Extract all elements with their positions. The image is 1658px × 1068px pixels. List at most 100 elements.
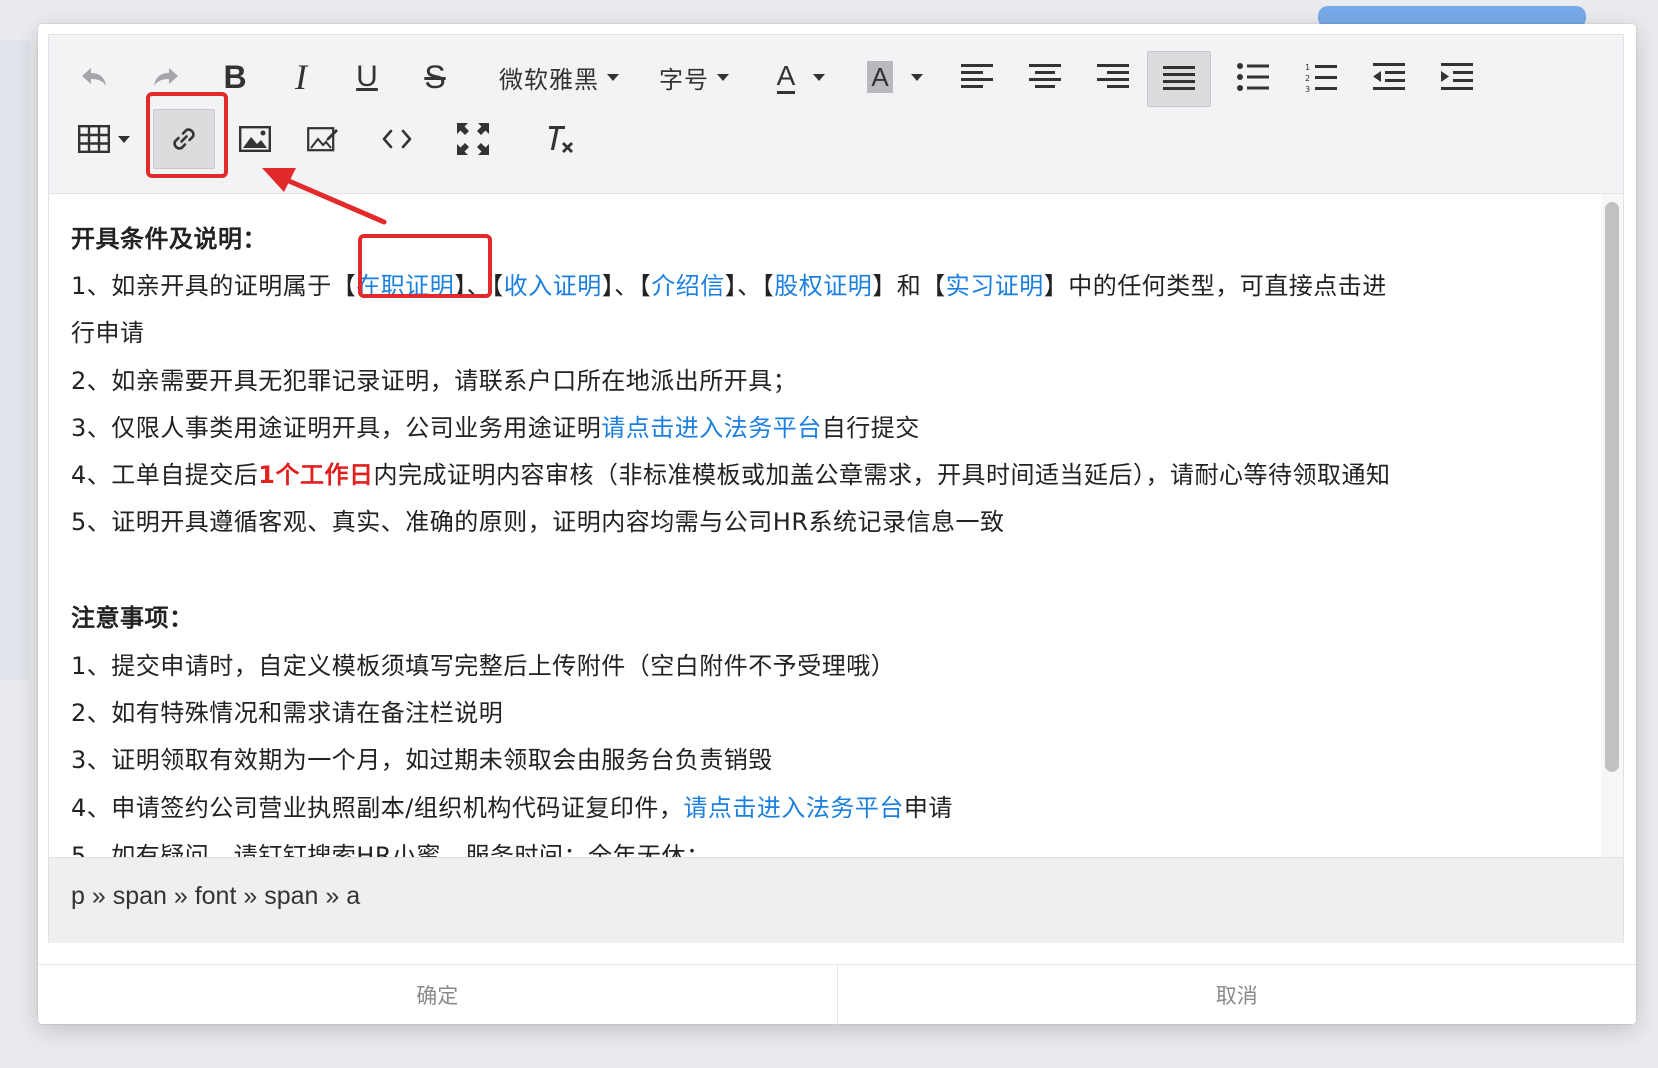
align-left-button[interactable]	[951, 51, 1003, 103]
align-justify-button[interactable]	[1147, 51, 1211, 107]
bracket: 】	[724, 272, 738, 300]
italic-icon: I	[295, 57, 307, 97]
font-color-icon: A	[776, 60, 796, 94]
image-edit-icon	[307, 127, 338, 152]
editor-content[interactable]: 开具条件及说明： 1、如亲开具的证明属于【在职证明】、【收入证明】、【介绍信】、…	[49, 194, 1623, 857]
outdent-icon	[1373, 63, 1405, 90]
align-right-icon	[1097, 64, 1129, 88]
underline-button[interactable]: U	[341, 51, 393, 103]
indent-button[interactable]	[1431, 51, 1483, 103]
link-legal-platform-2[interactable]: 请点击进入法务平台	[683, 794, 904, 822]
note-4-suffix: 申请	[903, 794, 953, 822]
bold-icon: B	[223, 58, 247, 95]
undo-icon	[82, 68, 106, 86]
paragraph-1: 1、如亲开具的证明属于【在职证明】、【收入证明】、【介绍信】、【股权证明】和【实…	[71, 269, 1387, 303]
chevron-down-icon	[717, 73, 729, 81]
scrollbar-thumb[interactable]	[1605, 202, 1619, 772]
dialog-footer: 确定 取消	[38, 964, 1636, 1025]
table-button[interactable]	[71, 113, 137, 165]
paragraph-2: 2、如亲需要开具无犯罪记录证明，请联系户口所在地派出所开具；	[71, 367, 798, 395]
numbered-list-icon: 1 2 3	[1305, 63, 1337, 92]
rich-text-editor: B I U S 微软雅黑 字号 A A 1 2 3 开具条件及说明： 1、如亲开…	[48, 34, 1624, 943]
bracket: 】	[601, 272, 615, 300]
strikethrough-button[interactable]: S	[409, 51, 461, 103]
paragraph-3-text: 3、仅限人事类用途证明开具，公司业务用途证明	[71, 414, 602, 442]
undo-button[interactable]	[71, 51, 117, 103]
font-color-button[interactable]: A	[761, 51, 841, 103]
svg-text:3: 3	[1305, 85, 1310, 92]
clear-format-icon	[549, 126, 573, 153]
note-3: 3、证明领取有效期为一个月，如过期未领取会由服务台负责销毁	[71, 746, 773, 774]
align-center-button[interactable]	[1019, 51, 1071, 103]
paragraph-3-suffix: 自行提交	[821, 414, 920, 442]
section-heading-conditions: 开具条件及说明：	[71, 225, 267, 253]
font-size-label: 字号	[659, 65, 709, 94]
background-sidebar-hint	[0, 40, 30, 680]
editor-dialog: B I U S 微软雅黑 字号 A A 1 2 3 开具条件及说明： 1、如亲开…	[38, 24, 1636, 1025]
highlight-working-day: 1个工作日	[258, 461, 374, 489]
background-color-icon: A	[867, 61, 893, 93]
content-scrollbar[interactable]	[1601, 194, 1623, 857]
paragraph-1-continuation: 行申请	[71, 319, 145, 347]
font-size-select[interactable]: 字号	[649, 51, 739, 103]
confirm-button[interactable]: 确定	[38, 965, 837, 1025]
clear-format-button[interactable]	[533, 113, 585, 165]
svg-text:2: 2	[1305, 74, 1310, 83]
note-4: 4、申请签约公司营业执照副本/组织机构代码证复印件，请点击进入法务平台申请	[71, 791, 953, 825]
editor-statusbar: p » span » font » span » a	[49, 857, 1623, 943]
fullscreen-button[interactable]	[447, 113, 499, 165]
bracket: 】	[1043, 272, 1069, 300]
edit-image-button[interactable]	[297, 113, 349, 165]
insert-image-button[interactable]	[229, 113, 281, 165]
redo-icon	[154, 68, 178, 86]
bracket: 【	[491, 272, 504, 300]
strikethrough-icon: S	[424, 58, 446, 95]
link-equity-certificate[interactable]: 股权证明	[774, 272, 872, 300]
source-code-button[interactable]	[371, 113, 423, 165]
note-2: 2、如有特殊情况和需求请在备注栏说明	[71, 699, 504, 727]
link-income-certificate[interactable]: 收入证明	[504, 272, 602, 300]
paragraph-3: 3、仅限人事类用途证明开具，公司业务用途证明请点击进入法务平台自行提交	[71, 411, 920, 445]
image-icon	[239, 126, 271, 152]
indent-icon	[1441, 63, 1473, 90]
chevron-down-icon	[118, 135, 130, 143]
note-4-text: 4、申请签约公司营业执照副本/组织机构代码证复印件，	[71, 794, 684, 822]
bracket: 【	[921, 272, 946, 300]
chevron-down-icon	[813, 73, 826, 81]
paragraph-1-suffix: 中的任何类型，可直接点击进	[1068, 272, 1387, 300]
link-introduction-letter[interactable]: 介绍信	[651, 272, 725, 300]
element-path: p » span » font » span » a	[71, 882, 361, 910]
chevron-down-icon	[910, 73, 923, 81]
conjunction: 和	[896, 272, 922, 300]
outdent-button[interactable]	[1363, 51, 1415, 103]
align-center-icon	[1029, 64, 1061, 88]
italic-button[interactable]: I	[275, 51, 327, 103]
chevron-down-icon	[607, 73, 619, 81]
font-family-select[interactable]: 微软雅黑	[489, 51, 629, 103]
paragraph-4: 4、工单自提交后1个工作日内完成证明内容审核（非标准模板或加盖公章需求，开具时间…	[71, 458, 1390, 492]
numbered-list-button[interactable]: 1 2 3	[1295, 51, 1347, 103]
paragraph-4-text: 4、工单自提交后	[71, 461, 259, 489]
separator: 、	[614, 272, 639, 300]
link-internship-certificate[interactable]: 实习证明	[946, 272, 1044, 300]
fullscreen-icon	[457, 123, 489, 155]
paragraph-5: 5、证明开具遵循客观、真实、准确的原则，证明内容均需与公司HR系统记录信息一致	[71, 508, 1005, 536]
font-family-label: 微软雅黑	[499, 65, 599, 94]
background-color-button[interactable]: A	[855, 51, 935, 103]
link-legal-platform[interactable]: 请点击进入法务平台	[601, 414, 822, 442]
bracket: 【	[761, 272, 775, 300]
paragraph-1-text: 1、如亲开具的证明属于	[71, 272, 332, 300]
cancel-button[interactable]: 取消	[838, 965, 1637, 1025]
align-right-button[interactable]	[1087, 51, 1139, 103]
code-icon	[382, 129, 412, 149]
separator: 、	[737, 272, 762, 300]
annotation-box-link-button	[146, 92, 228, 178]
note-5: 5、如有疑问，请钉钉搜索HR小蜜，服务时间：全年无休；	[71, 842, 711, 857]
annotation-box-employment-link	[358, 234, 492, 298]
underline-icon: U	[356, 60, 378, 93]
bullet-list-button[interactable]	[1227, 51, 1279, 103]
table-icon	[78, 125, 110, 153]
align-left-icon	[961, 64, 993, 88]
editor-toolbar: B I U S 微软雅黑 字号 A A 1 2 3	[49, 35, 1623, 194]
bullet-list-icon	[1237, 63, 1269, 91]
